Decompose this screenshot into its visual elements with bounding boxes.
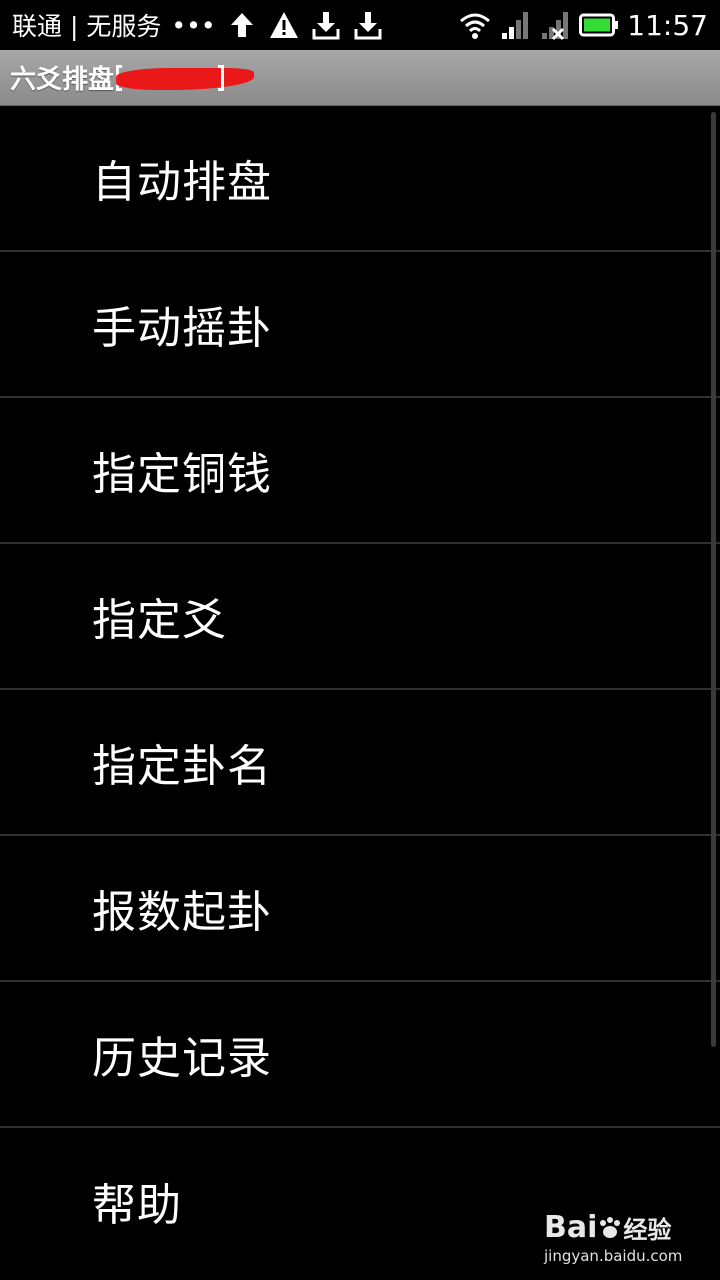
more-dots: •••	[171, 10, 216, 40]
download-icon	[354, 12, 382, 40]
menu-item-label: 手动摇卦	[92, 303, 272, 354]
menu-item-label: 指定铜钱	[92, 449, 272, 500]
baidu-watermark: Bai 经验 jingyan.baidu.com	[544, 1210, 684, 1266]
watermark-logo-text: Bai	[544, 1210, 598, 1245]
upload-arrow-icon	[230, 13, 253, 37]
menu-item-history[interactable]: 历史记录	[0, 982, 720, 1128]
menu-item-number-divination[interactable]: 报数起卦	[0, 836, 720, 982]
menu-item-specify-coins[interactable]: 指定铜钱	[0, 398, 720, 544]
menu-item-auto-layout[interactable]: 自动排盘	[0, 106, 720, 252]
menu-item-label: 帮助	[92, 1180, 182, 1231]
warning-icon	[269, 12, 298, 38]
menu-list: 自动排盘 手动摇卦 指定铜钱 指定爻 指定卦名 报数起卦 历史记录 帮助	[0, 106, 720, 1280]
scrollbar[interactable]	[711, 112, 716, 1047]
signal-icon	[502, 12, 529, 39]
menu-item-label: 历史记录	[92, 1033, 272, 1084]
menu-item-manual-shake[interactable]: 手动摇卦	[0, 252, 720, 398]
red-scribble	[116, 67, 255, 90]
battery-icon	[579, 13, 619, 37]
menu-item-label: 指定卦名	[92, 741, 272, 792]
menu-item-label: 指定爻	[92, 595, 227, 646]
menu-item-label: 报数起卦	[92, 887, 272, 938]
signal-off-icon	[542, 12, 569, 41]
carrier-text: 联通 | 无服务	[12, 12, 162, 41]
bracket-right	[218, 64, 225, 91]
watermark-url: jingyan.baidu.com	[544, 1247, 683, 1265]
menu-item-specify-yao[interactable]: 指定爻	[0, 544, 720, 690]
title-bar: 六爻排盘	[0, 50, 720, 106]
status-right: 11:57	[459, 9, 708, 42]
paw-icon	[600, 1216, 621, 1238]
app-title: 六爻排盘	[10, 65, 115, 95]
menu-item-specify-hexagram[interactable]: 指定卦名	[0, 690, 720, 836]
watermark-logo-suffix: 经验	[623, 1216, 672, 1244]
download-icon	[312, 12, 340, 40]
menu-item-label: 自动排盘	[92, 157, 272, 208]
redaction-scribble	[116, 63, 255, 93]
clock: 11:57	[627, 8, 708, 42]
wifi-icon	[460, 13, 491, 39]
status-bar: 联通 | 无服务 ••• 11:57	[0, 0, 720, 50]
status-left: 联通 | 无服务 •••	[12, 7, 384, 43]
watermark-logo: Bai 经验	[544, 1210, 684, 1245]
